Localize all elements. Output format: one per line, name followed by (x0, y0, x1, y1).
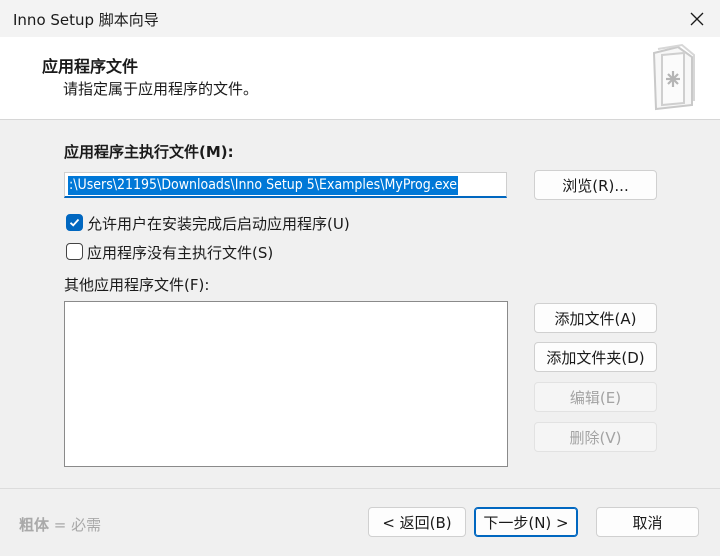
remove-button[interactable]: 删除(V) (534, 422, 657, 452)
browse-button[interactable]: 浏览(R)... (534, 170, 657, 200)
no-main-exe-label[interactable]: 应用程序没有主执行文件(S) (87, 242, 273, 263)
main-exe-input[interactable]: :\Users\21195\Downloads\Inno Setup 5\Exa… (64, 172, 507, 198)
main-exe-label: 应用程序主执行文件(M): (64, 143, 234, 161)
back-button[interactable]: < 返回(B) (368, 507, 466, 537)
wizard-file-icon (652, 43, 695, 111)
page-title: 应用程序文件 (42, 57, 139, 76)
other-files-label: 其他应用程序文件(F): (64, 276, 210, 294)
add-file-button[interactable]: 添加文件(A) (534, 303, 657, 333)
main-exe-value: :\Users\21195\Downloads\Inno Setup 5\Exa… (68, 176, 459, 195)
cancel-button[interactable]: 取消 (596, 507, 699, 537)
title-bar: Inno Setup 脚本向导 (0, 0, 720, 37)
required-hint-rest: = 必需 (49, 516, 102, 534)
next-button[interactable]: 下一步(N) > (474, 507, 578, 537)
edit-button[interactable]: 编辑(E) (534, 382, 657, 412)
allow-start-checkbox[interactable] (66, 214, 83, 231)
no-main-exe-checkbox[interactable] (66, 243, 83, 260)
checkmark-icon (69, 218, 80, 227)
window-title: Inno Setup 脚本向导 (13, 11, 159, 29)
footer-divider (0, 488, 720, 489)
required-hint: 粗体 = 必需 (19, 514, 101, 535)
close-button[interactable] (674, 0, 720, 37)
close-icon (690, 12, 704, 25)
add-folder-button[interactable]: 添加文件夹(D) (534, 342, 657, 372)
other-files-list[interactable] (64, 301, 508, 467)
page-subtitle: 请指定属于应用程序的文件。 (63, 80, 259, 98)
page-header: 应用程序文件 请指定属于应用程序的文件。 (0, 37, 720, 120)
allow-start-label[interactable]: 允许用户在安装完成后启动应用程序(U) (87, 213, 350, 234)
required-hint-bold: 粗体 (19, 516, 50, 534)
wizard-window: Inno Setup 脚本向导 应用程序文件 请指定属于应用程序的文件。 应用程… (0, 0, 720, 556)
